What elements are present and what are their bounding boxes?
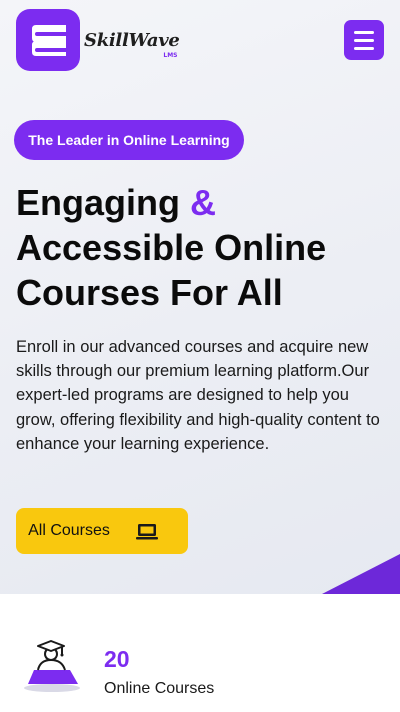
all-courses-button[interactable]: All Courses <box>16 508 188 554</box>
site-logo[interactable]: SkillWave LMS <box>16 9 180 71</box>
all-courses-label: All Courses <box>28 522 110 539</box>
hero-description: Enroll in our advanced courses and acqui… <box>16 338 380 453</box>
book-stack-icon <box>16 9 80 71</box>
headline-part2: Accessible Online Courses For All <box>16 227 327 313</box>
stat-label: Online Courses <box>104 680 215 697</box>
stat-number: 20 <box>104 646 130 672</box>
hero-tagline: The Leader in Online Learning <box>14 120 244 160</box>
headline-part1: Engaging <box>16 182 190 223</box>
logo-text: SkillWave LMS <box>84 29 180 59</box>
logo-sub: LMS <box>163 51 178 59</box>
logo-name: SkillWave <box>84 29 180 51</box>
stat-online-courses: 20 Online Courses <box>0 594 400 712</box>
headline-amp: & <box>190 182 216 223</box>
hamburger-menu-icon[interactable] <box>344 20 384 60</box>
hero-headline: Engaging & Accessible Online Courses For… <box>16 180 386 315</box>
laptop-icon <box>136 522 158 540</box>
decorative-triangle <box>322 554 400 594</box>
graduate-student-icon <box>20 640 84 696</box>
